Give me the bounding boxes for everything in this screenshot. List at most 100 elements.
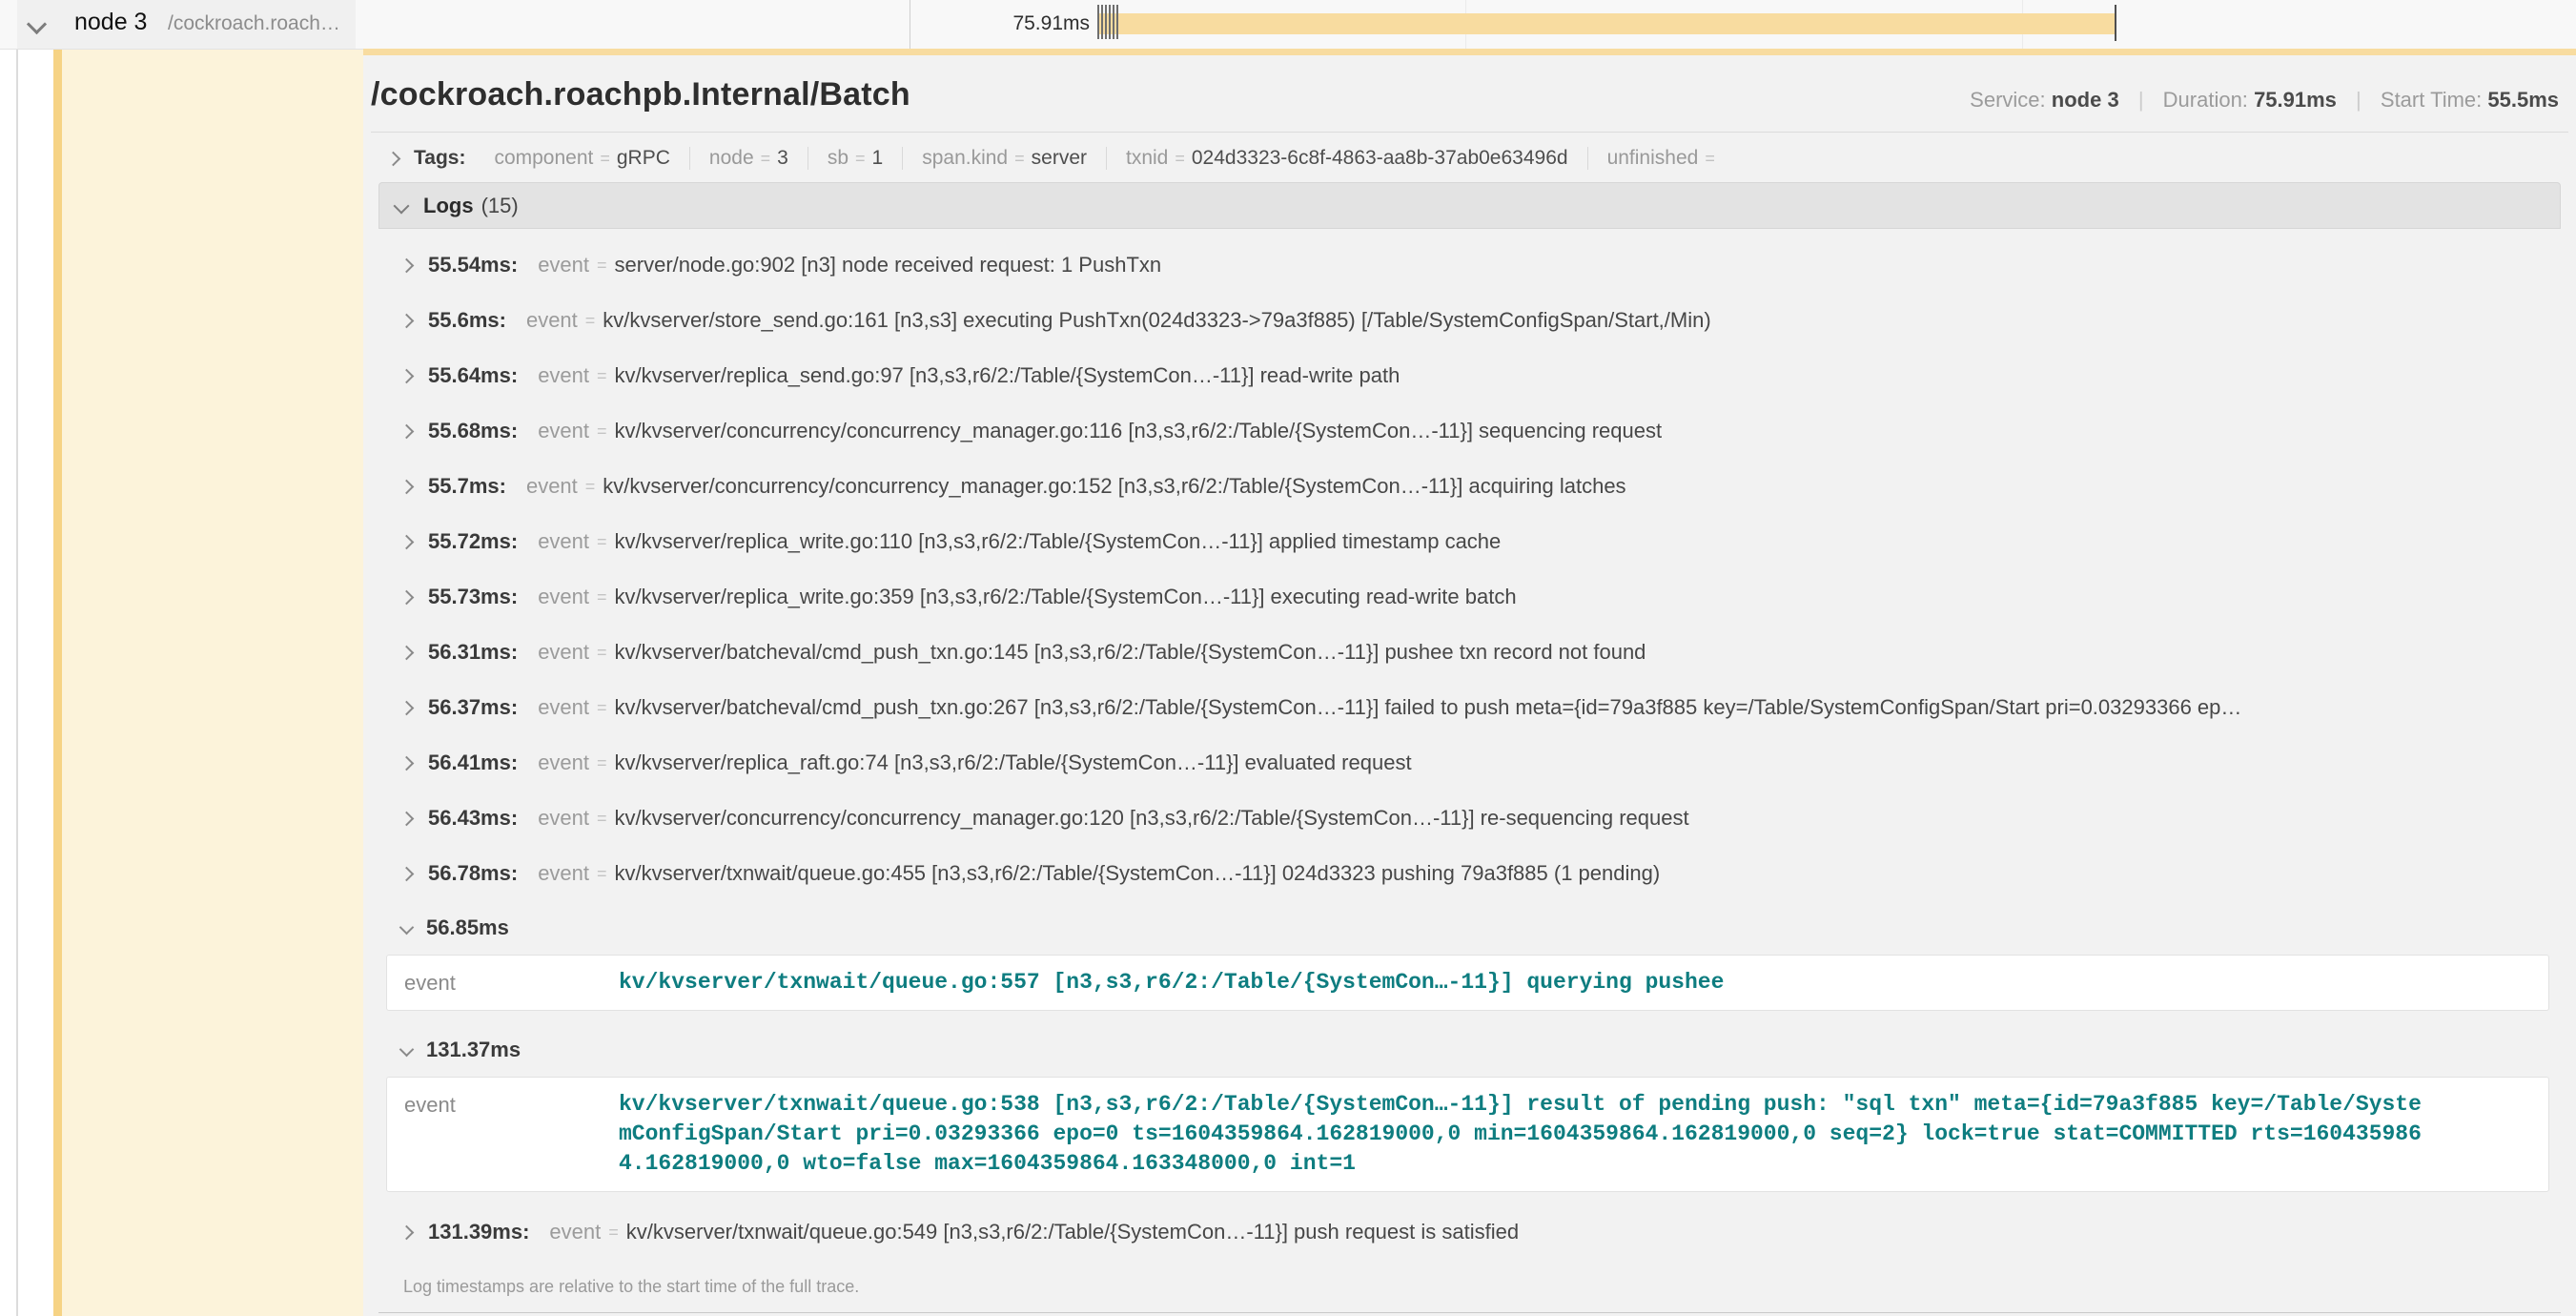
log-field-key: event <box>538 640 589 665</box>
log-row[interactable]: 56.41ms:event=kv/kvserver/replica_raft.g… <box>401 735 2576 791</box>
expand-tags-chevron-icon[interactable] <box>386 151 401 166</box>
log-field-key: event <box>538 419 589 443</box>
span-duration-bar[interactable] <box>1098 13 2116 34</box>
expand-log-chevron-icon[interactable] <box>399 534 415 549</box>
tag-key: txnid <box>1126 147 1168 170</box>
log-row[interactable]: 131.39ms:event=kv/kvserver/txnwait/queue… <box>401 1204 2576 1260</box>
log-field-key: event <box>538 695 589 720</box>
log-row[interactable]: 55.54ms:event=server/node.go:902 [n3] no… <box>401 237 2576 293</box>
expand-log-chevron-icon[interactable] <box>399 755 415 771</box>
expand-log-chevron-icon[interactable] <box>399 313 415 328</box>
log-field-key: event <box>538 529 589 554</box>
log-timestamp: 56.43ms: <box>428 806 518 831</box>
logs-accordion-toggle[interactable]: Logs (15) <box>378 182 2561 229</box>
tag-key: component <box>494 147 593 170</box>
tag-value: 024d3323-6c8f-4863-aa8b-37ab0e63496d <box>1192 147 1568 170</box>
log-equals-sign: = <box>597 809 607 829</box>
log-row[interactable]: 55.6ms:event=kv/kvserver/store_send.go:1… <box>401 293 2576 348</box>
log-row-expanded: 56.85mseventkv/kvserver/txnwait/queue.go… <box>401 901 2576 1011</box>
collapse-logs-chevron-icon[interactable] <box>394 197 410 214</box>
log-field-key: event <box>538 751 589 775</box>
expand-log-chevron-icon[interactable] <box>399 866 415 881</box>
log-field-key: event <box>538 363 589 388</box>
tag-item: node=3 <box>689 147 808 170</box>
tags-list: component=gRPCnode=3sb=1span.kind=server… <box>475 147 1740 170</box>
log-row-expanded-header[interactable]: 131.37ms <box>401 1023 2576 1076</box>
expand-log-chevron-icon[interactable] <box>399 645 415 660</box>
expand-log-chevron-icon[interactable] <box>399 257 415 273</box>
log-equals-sign: = <box>597 698 607 718</box>
log-field-key: event <box>387 968 619 997</box>
log-tick-marker <box>1101 5 1103 39</box>
start-time-value: 55.5ms <box>2487 88 2559 112</box>
log-tick-marker <box>1105 5 1107 39</box>
logs-count: (15) <box>481 194 519 218</box>
log-tick-marker <box>1116 5 1118 39</box>
log-timestamp: 56.31ms: <box>428 640 518 665</box>
expand-log-chevron-icon[interactable] <box>399 1224 415 1240</box>
log-field-key: event <box>538 861 589 886</box>
log-field-key: event <box>549 1220 601 1244</box>
log-field-key: event <box>538 585 589 609</box>
expand-log-chevron-icon[interactable] <box>399 589 415 605</box>
log-row-expanded: 131.37mseventkv/kvserver/txnwait/queue.g… <box>401 1023 2576 1192</box>
log-row[interactable]: 56.78ms:event=kv/kvserver/txnwait/queue.… <box>401 846 2576 901</box>
log-row[interactable]: 56.43ms:event=kv/kvserver/concurrency/co… <box>401 791 2576 846</box>
log-message: kv/kvserver/batcheval/cmd_push_txn.go:14… <box>615 640 2576 665</box>
expand-log-chevron-icon[interactable] <box>399 423 415 439</box>
tags-accordion-toggle[interactable]: Tags: component=gRPCnode=3sb=1span.kind=… <box>363 133 2576 180</box>
expand-log-chevron-icon[interactable] <box>399 368 415 383</box>
meta-separator: | <box>2138 88 2144 112</box>
log-row[interactable]: 56.37ms:event=kv/kvserver/batcheval/cmd_… <box>401 680 2576 735</box>
log-timestamp: 56.85ms <box>426 915 509 940</box>
span-tint-band <box>62 49 363 1316</box>
log-message: kv/kvserver/txnwait/queue.go:549 [n3,s3,… <box>626 1220 2576 1244</box>
log-tick-marker <box>1097 5 1099 39</box>
log-equals-sign: = <box>597 422 607 442</box>
tag-equals-sign: = <box>600 149 610 169</box>
expand-log-chevron-icon[interactable] <box>399 479 415 494</box>
span-detail-panel: /cockroach.roachpb.Internal/Batch Servic… <box>363 49 2576 1316</box>
log-end-marker <box>2115 5 2116 41</box>
log-tick-marker <box>1113 5 1114 39</box>
tag-equals-sign: = <box>1175 149 1185 169</box>
tag-key: span.kind <box>922 147 1008 170</box>
log-equals-sign: = <box>608 1223 619 1243</box>
log-message: kv/kvserver/batcheval/cmd_push_txn.go:26… <box>615 695 2576 720</box>
log-row[interactable]: 55.68ms:event=kv/kvserver/concurrency/co… <box>401 403 2576 459</box>
tag-value: 1 <box>872 147 884 170</box>
log-row[interactable]: 55.72ms:event=kv/kvserver/replica_write.… <box>401 514 2576 569</box>
span-operation-name: /cockroach.roach… <box>168 12 340 35</box>
logs-list: 55.54ms:event=server/node.go:902 [n3] no… <box>363 229 2576 1260</box>
log-row[interactable]: 55.64ms:event=kv/kvserver/replica_send.g… <box>401 348 2576 403</box>
tag-item: txnid = 024d3323-6c8f-4863-aa8b-37ab0e6349… <box>1106 147 1587 170</box>
expand-log-chevron-icon[interactable] <box>399 700 415 715</box>
log-equals-sign: = <box>597 587 607 607</box>
log-row[interactable]: 55.7ms:event=kv/kvserver/concurrency/con… <box>401 459 2576 514</box>
log-timestamp: 56.78ms: <box>428 861 518 886</box>
log-equals-sign: = <box>597 256 607 276</box>
log-field-key: event <box>387 1090 619 1179</box>
tag-equals-sign: = <box>761 149 771 169</box>
log-equals-sign: = <box>585 477 596 497</box>
collapse-log-chevron-icon[interactable] <box>399 920 415 936</box>
log-row[interactable]: 56.31ms: event = kv/kvserver/batcheval/cmd_… <box>401 625 2576 680</box>
tag-key: unfinished <box>1607 147 1699 170</box>
log-equals-sign: = <box>597 864 607 884</box>
log-equals-sign: = <box>597 643 607 663</box>
log-equals-sign: = <box>597 532 607 552</box>
log-row[interactable]: 55.73ms:event=kv/kvserver/replica_write.… <box>401 569 2576 625</box>
collapse-log-chevron-icon[interactable] <box>399 1042 415 1058</box>
expand-log-chevron-icon[interactable] <box>399 811 415 826</box>
tag-equals-sign: = <box>855 149 866 169</box>
meta-separator: | <box>2356 88 2361 112</box>
log-message: kv/kvserver/concurrency/concurrency_mana… <box>615 806 2576 831</box>
duration-label: Duration: <box>2163 88 2248 112</box>
tag-item: component=gRPC <box>475 147 688 170</box>
log-message: server/node.go:902 [n3] node received re… <box>615 253 2576 278</box>
span-duration-label: 75.91ms <box>918 12 1090 35</box>
span-color-band <box>53 4 62 1316</box>
span-service-name: node 3 <box>74 9 147 36</box>
log-row-expanded-header[interactable]: 56.85ms <box>401 901 2576 954</box>
log-field-key: event <box>526 474 578 499</box>
